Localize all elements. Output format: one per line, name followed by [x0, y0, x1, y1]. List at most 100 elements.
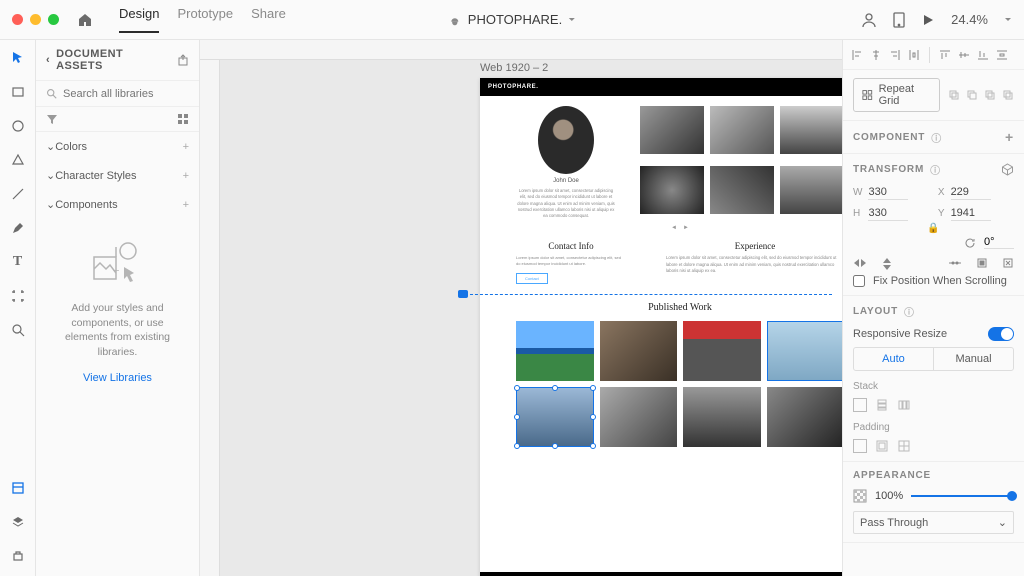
assets-search-row: ⌄: [36, 81, 199, 107]
artboard-web-1920-2[interactable]: PHOTOPHARE. ○≡ John Doe Lorem ipsum dolo…: [480, 78, 842, 576]
properties-panel: Repeat Grid COMPONENTⓘ+ TRANSFORMⓘ W X H…: [842, 40, 1024, 576]
published-image: [767, 387, 843, 447]
char-styles-section[interactable]: ⌄ Character Styles+: [36, 161, 199, 190]
fix-position-checkbox[interactable]: [853, 275, 865, 287]
resize-auto-button[interactable]: Auto: [854, 348, 933, 370]
scatter-icon[interactable]: [948, 257, 962, 271]
portfolio-image: [640, 166, 704, 214]
distribute-v-icon[interactable]: [996, 49, 1008, 61]
assets-search-input[interactable]: [63, 88, 205, 100]
flip-v-icon[interactable]: [881, 257, 893, 271]
components-section[interactable]: ⌄ Components+: [36, 190, 199, 219]
user-icon[interactable]: [861, 12, 877, 28]
guide-handle[interactable]: [458, 290, 468, 298]
back-chevron-icon[interactable]: ‹: [46, 54, 50, 66]
align-left-icon[interactable]: [851, 49, 863, 61]
align-top-icon[interactable]: [939, 49, 951, 61]
tool-strip: T: [0, 40, 36, 576]
published-image-selected[interactable]: [767, 321, 843, 381]
width-input[interactable]: [868, 185, 908, 200]
stack-horizontal-icon[interactable]: [897, 398, 911, 412]
padding-enable-checkbox[interactable]: [853, 439, 867, 453]
select-tool-icon[interactable]: [8, 48, 28, 68]
height-input[interactable]: [868, 206, 908, 221]
home-icon[interactable]: [77, 12, 93, 28]
stack-label: Stack: [853, 381, 1014, 392]
share-assets-icon[interactable]: [177, 54, 189, 66]
add-component-prop-icon[interactable]: +: [1005, 129, 1014, 145]
y-input[interactable]: [951, 206, 991, 221]
align-center-h-icon[interactable]: [870, 49, 882, 61]
lock-aspect-icon[interactable]: 🔒: [927, 223, 939, 234]
rectangle-tool-icon[interactable]: [8, 82, 28, 102]
subtract-op-icon[interactable]: [966, 89, 978, 101]
stack-vertical-icon[interactable]: [875, 398, 889, 412]
layers-panel-icon[interactable]: [8, 512, 28, 532]
rotate-icon[interactable]: [964, 237, 976, 249]
repeat-grid-button[interactable]: Repeat Grid: [853, 78, 940, 112]
zoom-value[interactable]: 24.4%: [951, 12, 988, 27]
blend-mode-select[interactable]: Pass Through ⌄: [853, 511, 1014, 534]
padding-individual-icon[interactable]: [897, 439, 911, 453]
tab-design[interactable]: Design: [119, 6, 159, 33]
published-image-selected-primary[interactable]: [516, 387, 594, 447]
play-preview-icon[interactable]: [921, 13, 935, 27]
zoom-tool-icon[interactable]: [8, 320, 28, 340]
flip-h-icon[interactable]: [853, 257, 867, 271]
document-title-text: PHOTOPHARE.: [468, 12, 562, 27]
resize-manual-button[interactable]: Manual: [933, 348, 1013, 370]
view-libraries-link[interactable]: View Libraries: [83, 372, 152, 384]
align-right-icon[interactable]: [889, 49, 901, 61]
minimize-window-icon[interactable]: [30, 14, 41, 25]
portfolio-image: [710, 166, 774, 214]
ellipse-tool-icon[interactable]: [8, 116, 28, 136]
appearance-section-header: APPEARANCE: [853, 470, 931, 481]
line-tool-icon[interactable]: [8, 184, 28, 204]
distribute-h-icon[interactable]: [908, 49, 920, 61]
published-image: [683, 387, 761, 447]
tab-share[interactable]: Share: [251, 6, 286, 33]
dock-icon[interactable]: [976, 257, 988, 271]
add-component-icon[interactable]: +: [183, 199, 189, 211]
add-color-icon[interactable]: +: [183, 141, 189, 153]
exclude-op-icon[interactable]: [1002, 89, 1014, 101]
responsive-resize-label: Responsive Resize: [853, 328, 947, 340]
filter-icon[interactable]: [46, 113, 58, 125]
align-middle-icon[interactable]: [958, 49, 970, 61]
portfolio-image: [780, 106, 842, 154]
tab-prototype[interactable]: Prototype: [177, 6, 233, 33]
colors-section[interactable]: ⌄ Colors+: [36, 132, 199, 161]
opacity-icon: [853, 489, 867, 503]
close-window-icon[interactable]: [12, 14, 23, 25]
x-input[interactable]: [951, 185, 991, 200]
text-tool-icon[interactable]: T: [8, 252, 28, 272]
rotation-input[interactable]: [984, 236, 1014, 249]
responsive-resize-toggle[interactable]: [988, 327, 1014, 341]
intersect-op-icon[interactable]: [984, 89, 996, 101]
3d-transform-icon[interactable]: [1001, 163, 1014, 176]
misc-icon[interactable]: [1002, 257, 1014, 271]
document-title[interactable]: PHOTOPHARE.: [448, 12, 576, 27]
mobile-preview-icon[interactable]: [893, 12, 905, 28]
stack-enable-checkbox[interactable]: [853, 398, 867, 412]
pen-tool-icon[interactable]: [8, 218, 28, 238]
zoom-chevron-icon[interactable]: [1004, 16, 1012, 24]
align-bottom-icon[interactable]: [977, 49, 989, 61]
assets-panel-icon[interactable]: [8, 478, 28, 498]
artboard-2-label[interactable]: Web 1920 – 2: [480, 62, 548, 74]
artboard-tool-icon[interactable]: [8, 286, 28, 306]
maximize-window-icon[interactable]: [48, 14, 59, 25]
published-image: [516, 321, 594, 381]
opacity-value[interactable]: 100%: [875, 490, 903, 502]
plugins-panel-icon[interactable]: [8, 546, 28, 566]
add-op-icon[interactable]: [948, 89, 960, 101]
canvas-area[interactable]: Web 1920 – 2 Web 1920 – 1 PHOTOPHARE. ○≡…: [200, 40, 842, 576]
polygon-tool-icon[interactable]: [8, 150, 28, 170]
grid-view-icon[interactable]: [177, 113, 189, 125]
padding-uniform-icon[interactable]: [875, 439, 889, 453]
portfolio-image: [780, 166, 842, 214]
opacity-slider[interactable]: [911, 495, 1014, 497]
add-char-style-icon[interactable]: +: [183, 170, 189, 182]
align-toolbar: [843, 40, 1024, 70]
title-bar: Design Prototype Share PHOTOPHARE. 24.4%: [0, 0, 1024, 40]
